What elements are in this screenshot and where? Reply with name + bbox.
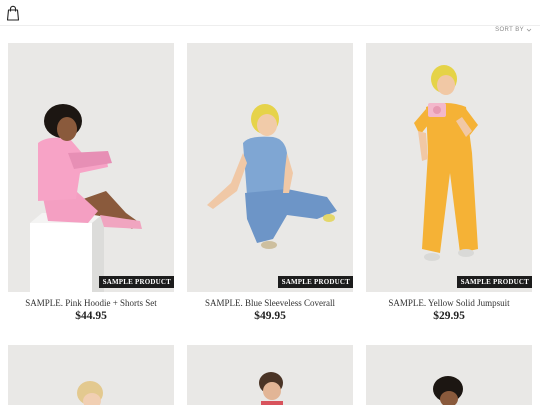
product-image[interactable] xyxy=(187,345,353,405)
sort-label: SORT BY xyxy=(495,27,524,33)
product-image[interactable]: SAMPLE PRODUCT xyxy=(8,43,174,292)
product-card[interactable] xyxy=(8,345,174,405)
product-card[interactable]: SAMPLE PRODUCT SAMPLE. Yellow Solid Jump… xyxy=(366,43,532,322)
product-card[interactable] xyxy=(366,345,532,405)
product-price: $29.95 xyxy=(433,310,465,322)
sort-dropdown[interactable]: SORT BY xyxy=(495,27,532,33)
sample-product-badge: SAMPLE PRODUCT xyxy=(456,276,532,288)
product-image[interactable]: SAMPLE PRODUCT xyxy=(366,43,532,292)
chevron-down-icon xyxy=(526,28,532,32)
shopping-bag-icon[interactable] xyxy=(6,5,20,21)
product-price: $49.95 xyxy=(254,310,286,322)
product-image[interactable]: SAMPLE PRODUCT xyxy=(187,43,353,292)
product-card[interactable]: SAMPLE PRODUCT SAMPLE. Pink Hoodie + Sho… xyxy=(8,43,174,322)
sample-product-badge: SAMPLE PRODUCT xyxy=(98,276,174,288)
product-card[interactable]: SAMPLE PRODUCT SAMPLE. Blue Sleeveless C… xyxy=(187,43,353,322)
product-card[interactable] xyxy=(187,345,353,405)
product-title[interactable]: SAMPLE. Yellow Solid Jumpsuit xyxy=(366,298,532,308)
sample-product-badge: SAMPLE PRODUCT xyxy=(277,276,353,288)
product-image[interactable] xyxy=(366,345,532,405)
product-title[interactable]: SAMPLE. Blue Sleeveless Coverall xyxy=(187,298,353,308)
product-price: $44.95 xyxy=(75,310,107,322)
product-title[interactable]: SAMPLE. Pink Hoodie + Shorts Set xyxy=(8,298,174,308)
product-image[interactable] xyxy=(8,345,174,405)
sort-bar: SORT BY xyxy=(0,26,540,40)
header-bar xyxy=(0,0,540,26)
